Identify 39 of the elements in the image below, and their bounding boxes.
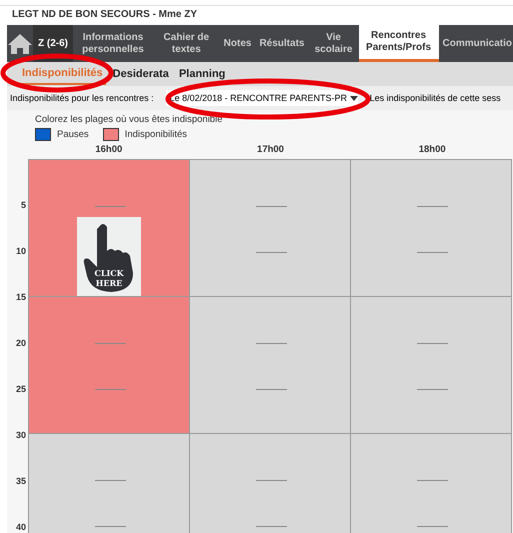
nav-tab[interactable]: Résultats xyxy=(255,25,308,62)
time-label: 40 xyxy=(14,522,27,533)
nav-tab[interactable]: Rencontres Parents/Profs xyxy=(358,25,439,62)
nav-tab[interactable]: Notes xyxy=(220,25,256,62)
column-header: 18h00 xyxy=(418,144,447,157)
sub-tab[interactable]: Desiderata xyxy=(110,64,172,84)
legend-label: Indisponibilités xyxy=(124,129,188,140)
filter-label: Indisponibilités pour les rencontres : xyxy=(10,93,154,103)
time-label: 30 xyxy=(14,430,27,442)
time-label: 20 xyxy=(14,338,27,350)
column-header: 17h00 xyxy=(256,144,285,157)
school-title: LEGT ND DE BON SECOURS - Mme ZY xyxy=(11,8,198,22)
time-slot[interactable] xyxy=(350,433,512,533)
time-slot[interactable] xyxy=(350,296,512,434)
nav-tab[interactable]: Informations personnelles xyxy=(73,25,153,62)
time-slot[interactable] xyxy=(189,296,351,434)
legend-label: Pauses xyxy=(57,129,89,140)
column-header: 16h00 xyxy=(94,144,124,157)
nav-tab[interactable]: Communicatio xyxy=(438,25,513,62)
time-label: 35 xyxy=(14,476,27,488)
click-here-text: CLICK xyxy=(94,268,124,278)
sub-tab[interactable]: Planning xyxy=(176,64,228,84)
nav-tab[interactable]: Vie scolaire xyxy=(308,25,359,62)
time-slot[interactable] xyxy=(189,433,351,533)
time-label: 25 xyxy=(14,384,27,396)
time-slot[interactable] xyxy=(350,159,512,297)
time-slot[interactable] xyxy=(28,433,190,533)
time-slot[interactable] xyxy=(189,159,351,297)
filter-note: Les indisponibilités de cette sess xyxy=(370,93,501,103)
caret-icon xyxy=(350,96,358,100)
instruction-text: Colorez les plages où vous êtes indisponible xyxy=(34,113,224,125)
time-slot[interactable]: CLICK HERE xyxy=(28,159,190,297)
pointing-hand-icon xyxy=(83,221,135,293)
time-label: 15 xyxy=(14,292,27,304)
nav-tab[interactable]: Cahier de textes xyxy=(153,25,220,62)
time-slot[interactable] xyxy=(28,296,190,434)
click-here-text: HERE xyxy=(96,278,122,288)
time-label: 10 xyxy=(14,246,27,258)
time-label: 5 xyxy=(20,200,27,212)
